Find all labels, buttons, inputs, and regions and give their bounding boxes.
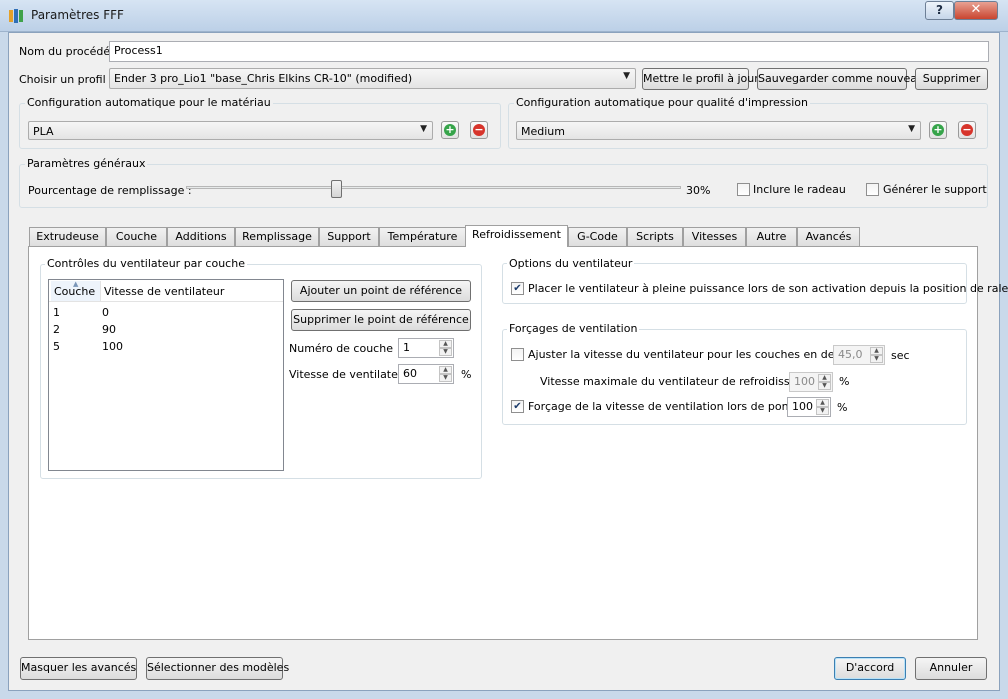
material-select-value: PLA — [33, 125, 54, 138]
tab-gcode[interactable]: G-Code — [568, 227, 627, 246]
layer-number-label: Numéro de couche — [289, 342, 393, 355]
infill-label: Pourcentage de remplissage : — [28, 184, 192, 197]
table-cell-layer[interactable]: 5 — [53, 340, 60, 353]
sort-arrow-icon: ▲ — [73, 280, 79, 288]
remove-quality-button[interactable]: − — [958, 121, 976, 139]
add-quality-button[interactable]: + — [929, 121, 947, 139]
tab-scripts[interactable]: Scripts — [627, 227, 683, 246]
raft-label: Inclure le radeau — [753, 183, 846, 196]
max-fan-speed-spinbox[interactable]: 100 ▲ ▼ — [789, 372, 833, 392]
fan-speed-value: 60 — [403, 367, 417, 380]
spin-arrows-icon[interactable]: ▲ ▼ — [870, 347, 883, 363]
close-button[interactable]: ✕ — [954, 1, 998, 20]
profile-select[interactable]: Ender 3 pro_Lio1 "base_Chris Elkins CR-1… — [109, 68, 636, 89]
update-profile-button[interactable]: Mettre le profil à jour — [642, 68, 759, 90]
tab-infill[interactable]: Remplissage — [235, 227, 319, 246]
material-group-title: Configuration automatique pour le matéri… — [25, 96, 273, 109]
fan-controls-title: Contrôles du ventilateur par couche — [45, 257, 247, 270]
tab-other[interactable]: Autre — [746, 227, 797, 246]
adjust-speed-value: 45,0 — [838, 348, 863, 361]
general-settings-title: Paramètres généraux — [25, 157, 148, 170]
ok-button[interactable]: D'accord — [834, 657, 906, 680]
tab-temperature[interactable]: Température — [379, 227, 466, 246]
plus-icon: + — [444, 123, 456, 136]
spin-arrows-icon[interactable]: ▲ ▼ — [439, 340, 452, 356]
bridge-fan-unit: % — [837, 401, 848, 414]
spin-arrows-icon[interactable]: ▲ ▼ — [816, 399, 829, 415]
raft-checkbox[interactable] — [737, 183, 750, 196]
fan-speed-spinbox[interactable]: 60 ▲ ▼ — [398, 364, 454, 384]
remove-reference-point-button[interactable]: Supprimer le point de référence — [291, 309, 471, 331]
hide-advanced-button[interactable]: Masquer les avancés — [20, 657, 137, 680]
dropdown-arrow-icon: ▼ — [908, 124, 915, 134]
column-header-speed[interactable]: Vitesse de ventilateur — [104, 285, 224, 298]
tab-additions[interactable]: Additions — [167, 227, 235, 246]
bridge-fan-spinbox[interactable]: 100 ▲ ▼ — [787, 397, 831, 417]
bridge-fan-checkbox[interactable]: ✔ — [511, 400, 524, 413]
adjust-speed-unit: sec — [891, 349, 910, 362]
support-label: Générer le support — [883, 183, 987, 196]
table-cell-layer[interactable]: 2 — [53, 323, 60, 336]
fan-speed-unit: % — [461, 368, 472, 381]
fan-options-title: Options du ventilateur — [507, 257, 635, 270]
tab-cooling[interactable]: Refroidissement — [465, 225, 568, 247]
add-material-button[interactable]: + — [441, 121, 459, 139]
full-power-label: Placer le ventilateur à pleine puissance… — [528, 282, 1008, 295]
tab-speeds[interactable]: Vitesses — [683, 227, 746, 246]
quality-group-title: Configuration automatique pour qualité d… — [514, 96, 811, 109]
table-cell-speed[interactable]: 90 — [102, 323, 116, 336]
adjust-speed-spinbox[interactable]: 45,0 ▲ ▼ — [833, 345, 885, 365]
spin-arrows-icon[interactable]: ▲ ▼ — [818, 374, 831, 390]
profile-label: Choisir un profil : — [19, 73, 113, 86]
window-title: Paramètres FFF — [31, 8, 124, 22]
fan-speed-table[interactable]: Couche ▲ Vitesse de ventilateur 1 0 2 90… — [48, 279, 284, 471]
remove-material-button[interactable]: − — [470, 121, 488, 139]
layer-number-value: 1 — [403, 341, 410, 354]
max-fan-speed-value: 100 — [794, 375, 815, 388]
app-logo-icon — [9, 9, 23, 23]
add-reference-point-button[interactable]: Ajouter un point de référence — [291, 280, 471, 302]
quality-select-value: Medium — [521, 125, 565, 138]
support-checkbox[interactable] — [866, 183, 879, 196]
infill-slider-track[interactable] — [186, 186, 681, 189]
help-button[interactable]: ? — [925, 1, 954, 20]
fan-speed-label: Vitesse de ventilateur — [289, 368, 410, 381]
minus-icon: − — [473, 123, 485, 136]
minus-icon: − — [961, 123, 973, 136]
full-power-checkbox[interactable]: ✔ — [511, 282, 524, 295]
dropdown-arrow-icon: ▼ — [420, 124, 427, 134]
adjust-speed-checkbox[interactable] — [511, 348, 524, 361]
spin-arrows-icon[interactable]: ▲ ▼ — [439, 366, 452, 382]
table-header: Couche ▲ Vitesse de ventilateur — [49, 280, 283, 302]
tab-layer[interactable]: Couche — [106, 227, 167, 246]
table-cell-speed[interactable]: 100 — [102, 340, 123, 353]
material-select[interactable]: PLA ▼ — [28, 121, 433, 140]
dropdown-arrow-icon: ▼ — [623, 71, 630, 81]
process-name-input[interactable]: Process1 — [109, 41, 989, 62]
save-as-new-button[interactable]: Sauvegarder comme nouveau — [757, 68, 924, 90]
profile-select-value: Ender 3 pro_Lio1 "base_Chris Elkins CR-1… — [114, 72, 413, 85]
bridge-fan-value: 100 — [792, 400, 813, 413]
adjust-speed-label: Ajuster la vitesse du ventilateur pour l… — [528, 348, 866, 361]
tab-support[interactable]: Support — [319, 227, 379, 246]
delete-profile-button[interactable]: Supprimer — [915, 68, 988, 90]
tab-extruder[interactable]: Extrudeuse — [29, 227, 106, 246]
process-name-label: Nom du procédé : — [19, 45, 118, 58]
cancel-button[interactable]: Annuler — [915, 657, 987, 680]
title-bar — [0, 0, 1008, 32]
infill-value: 30% — [686, 184, 711, 197]
max-fan-speed-unit: % — [839, 375, 850, 388]
tab-advanced[interactable]: Avancés — [797, 227, 860, 246]
layer-number-spinbox[interactable]: 1 ▲ ▼ — [398, 338, 454, 358]
bridge-fan-label: Forçage de la vitesse de ventilation lor… — [528, 400, 814, 413]
max-fan-speed-label: Vitesse maximale du ventilateur de refro… — [540, 375, 826, 388]
select-models-button[interactable]: Sélectionner des modèles — [146, 657, 289, 680]
table-cell-speed[interactable]: 0 — [102, 306, 109, 319]
infill-slider-handle[interactable] — [331, 180, 342, 198]
plus-icon: + — [932, 123, 944, 136]
fan-overrides-title: Forçages de ventilation — [507, 322, 640, 335]
table-cell-layer[interactable]: 1 — [53, 306, 60, 319]
quality-select[interactable]: Medium ▼ — [516, 121, 921, 140]
